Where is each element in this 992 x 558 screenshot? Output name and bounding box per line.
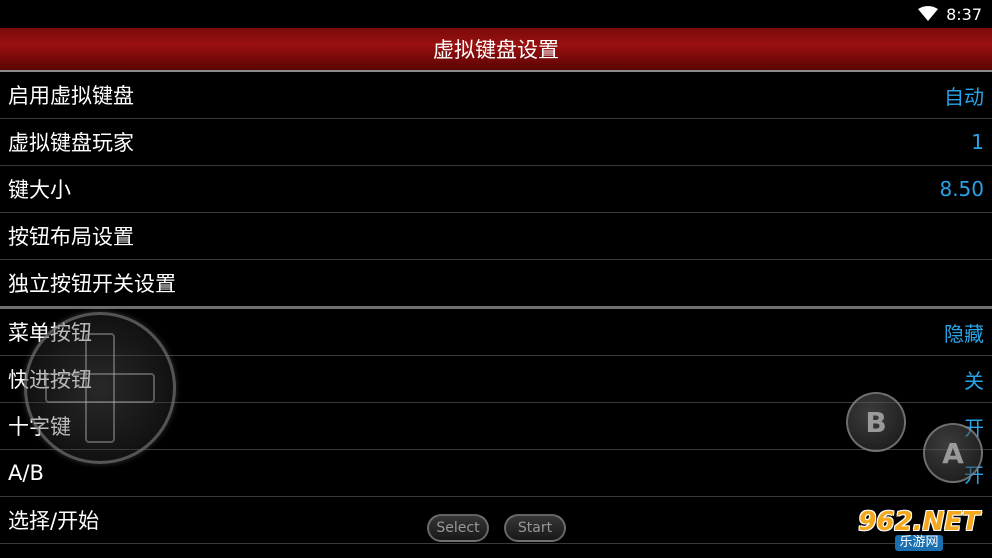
start-button[interactable]: Start	[504, 514, 566, 542]
setting-row-button-layout[interactable]: 按钮布局设置	[0, 213, 992, 260]
setting-label: 启用虚拟键盘	[8, 84, 134, 108]
setting-label: 选择/开始	[8, 509, 100, 533]
select-button[interactable]: Select	[427, 514, 489, 542]
status-time: 8:37	[946, 4, 982, 24]
wifi-icon	[918, 6, 939, 21]
setting-label: 键大小	[8, 178, 71, 202]
watermark-main: 962.NET	[858, 507, 980, 537]
setting-value: 1	[971, 130, 984, 154]
setting-label: 按钮布局设置	[8, 225, 134, 249]
setting-row-enable-virtual-keyboard[interactable]: 启用虚拟键盘 自动	[0, 72, 992, 119]
setting-value: 自动	[944, 84, 984, 109]
setting-row-select-start[interactable]: 选择/开始	[0, 497, 992, 544]
b-button[interactable]: B	[846, 392, 906, 452]
dpad-cross-horizontal	[45, 373, 155, 403]
setting-value: 隐藏	[944, 321, 984, 346]
a-button[interactable]: A	[923, 423, 983, 483]
watermark-sub: 乐游网	[895, 535, 943, 551]
dpad-control[interactable]	[24, 312, 176, 464]
setting-row-keyboard-player[interactable]: 虚拟键盘玩家 1	[0, 119, 992, 166]
settings-list: 启用虚拟键盘 自动 虚拟键盘玩家 1 键大小 8.50 按钮布局设置 独立按钮开…	[0, 72, 992, 544]
header-bar: 虚拟键盘设置	[0, 28, 992, 72]
setting-value: 8.50	[939, 177, 984, 201]
page-title: 虚拟键盘设置	[433, 38, 559, 62]
setting-label: A/B	[8, 461, 44, 485]
setting-row-ab[interactable]: A/B 开	[0, 450, 992, 497]
setting-row-independent-buttons[interactable]: 独立按钮开关设置	[0, 260, 992, 309]
status-bar: 8:37	[0, 0, 992, 28]
setting-row-key-size[interactable]: 键大小 8.50	[0, 166, 992, 213]
watermark-logo: 962.NET 乐游网	[850, 506, 988, 554]
setting-label: 独立按钮开关设置	[8, 272, 176, 296]
setting-value: 关	[964, 368, 984, 393]
status-icons: 8:37	[918, 0, 982, 28]
setting-label: 虚拟键盘玩家	[8, 131, 134, 155]
